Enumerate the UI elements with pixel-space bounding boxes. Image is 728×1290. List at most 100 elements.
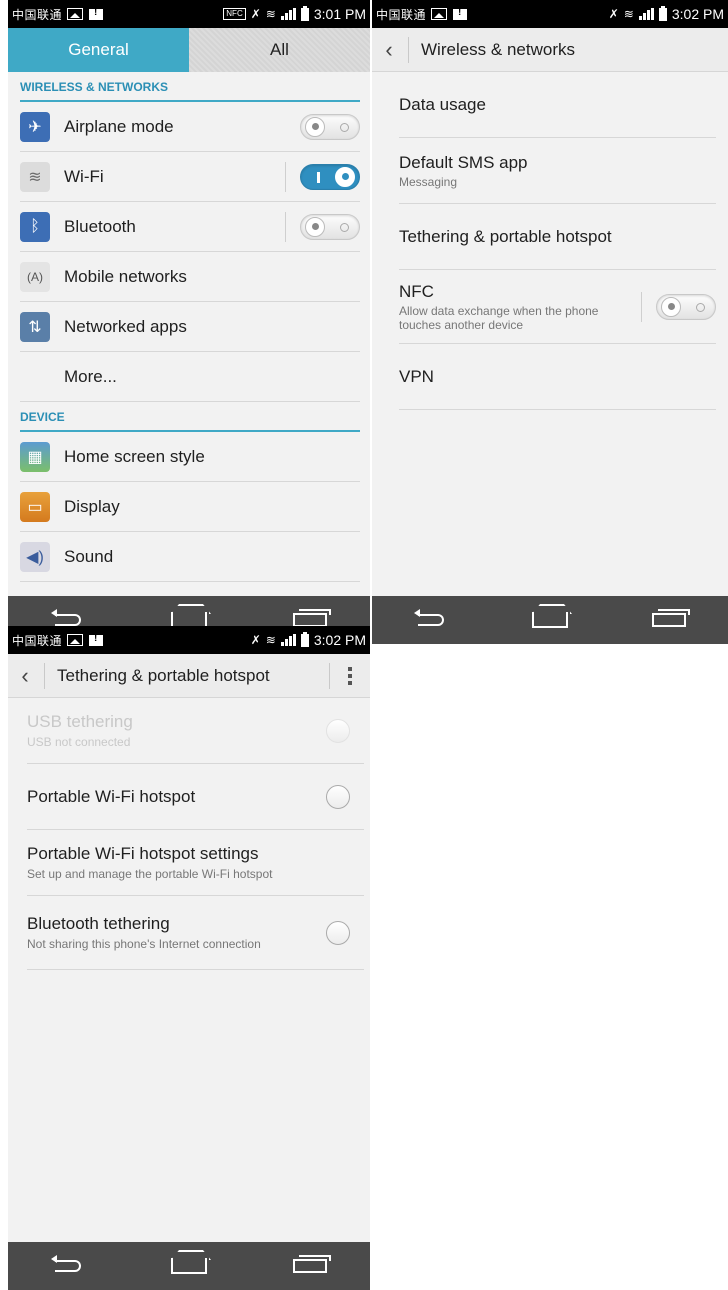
settings-item-home-screen-style[interactable]: ▦ Home screen style <box>20 432 360 482</box>
settings-item-wifi[interactable]: ≋ Wi-Fi <box>20 152 360 202</box>
settings-item-networked-apps[interactable]: ⇅ Networked apps <box>20 302 360 352</box>
portable-hotspot-radio[interactable] <box>326 784 350 809</box>
list-item-portable-hotspot[interactable]: Portable Wi-Fi hotspot <box>27 764 364 830</box>
item-subtitle: Set up and manage the portable Wi-Fi hot… <box>27 867 273 881</box>
home-icon <box>531 612 568 628</box>
back-chevron-icon[interactable]: ‹ <box>12 663 38 689</box>
settings-item-label: Wi-Fi <box>64 166 104 186</box>
item-title: Default SMS app <box>399 152 528 172</box>
message-notification-icon <box>89 7 104 20</box>
image-notification-icon <box>67 8 84 20</box>
list-item-hotspot-settings[interactable]: Portable Wi-Fi hotspot settings Set up a… <box>27 830 364 896</box>
bluetooth-tethering-radio[interactable] <box>326 920 350 945</box>
recents-icon <box>292 1255 331 1273</box>
list-item-bluetooth-tethering[interactable]: Bluetooth tethering Not sharing this pho… <box>27 896 364 970</box>
tethering-screen: 中国联通 ✗ ≋ 3:02 PM ‹ Tethering & portable … <box>8 626 370 1290</box>
list-item-data-usage[interactable]: Data usage <box>399 72 716 138</box>
wifi-status-icon: ≋ <box>265 7 276 21</box>
settings-item-bluetooth[interactable]: ᛒ Bluetooth <box>20 202 360 252</box>
item-title: VPN <box>399 366 434 386</box>
back-icon <box>51 609 82 626</box>
item-title: Bluetooth tethering <box>27 914 170 933</box>
home-icon <box>170 1258 207 1274</box>
nfc-icon: NFC <box>223 8 246 20</box>
status-time: 3:02 PM <box>671 6 724 22</box>
battery-icon <box>658 5 667 21</box>
page-title: Wireless & networks <box>421 39 575 59</box>
divider <box>641 291 642 322</box>
wireless-networks-screen: 中国联通 ✗ ≋ 3:02 PM ‹ Wireless & networks D… <box>372 0 728 644</box>
recents-icon <box>292 609 331 627</box>
action-bar: ‹ Wireless & networks <box>372 28 728 72</box>
page-title: Tethering & portable hotspot <box>57 665 270 685</box>
settings-item-label: Home screen style <box>64 446 205 466</box>
back-icon <box>51 1255 82 1272</box>
divider <box>285 161 286 192</box>
item-title: Data usage <box>399 94 486 114</box>
settings-item-more[interactable]: More... <box>20 352 360 402</box>
item-subtitle: Not sharing this phone's Internet connec… <box>27 937 261 951</box>
tab-all[interactable]: All <box>189 28 370 72</box>
item-title: Tethering & portable hotspot <box>399 226 612 246</box>
item-subtitle: Allow data exchange when the phone touch… <box>399 303 599 332</box>
item-title: Portable Wi-Fi hotspot <box>27 786 196 806</box>
settings-item-label: Airplane mode <box>64 116 174 136</box>
message-notification-icon <box>89 633 104 646</box>
display-icon: ▭ <box>20 491 50 522</box>
recents-icon <box>651 609 690 627</box>
settings-item-mobile-networks[interactable]: (A) Mobile networks <box>20 252 360 302</box>
settings-item-label: Display <box>64 496 120 516</box>
tab-general[interactable]: General <box>8 28 189 72</box>
navigation-bar <box>372 596 728 644</box>
image-notification-icon <box>67 634 84 646</box>
item-title: Portable Wi-Fi hotspot settings <box>27 844 259 863</box>
bluetooth-toggle[interactable] <box>300 213 360 240</box>
item-title: NFC <box>399 281 434 301</box>
spacer-icon <box>20 362 50 392</box>
divider <box>408 36 409 63</box>
divider <box>285 211 286 242</box>
airplane-icon: ✈ <box>20 111 50 142</box>
usb-tethering-radio <box>326 718 350 743</box>
list-item-nfc[interactable]: NFC Allow data exchange when the phone t… <box>399 270 716 344</box>
message-notification-icon <box>453 7 468 20</box>
status-time: 3:01 PM <box>313 6 366 22</box>
carrier-label: 中国联通 <box>12 633 63 648</box>
recents-button[interactable] <box>280 1246 340 1286</box>
settings-item-label: Networked apps <box>64 316 187 336</box>
item-title: USB tethering <box>27 712 133 731</box>
settings-item-airplane-mode[interactable]: ✈ Airplane mode <box>20 102 360 152</box>
image-notification-icon <box>431 8 448 20</box>
list-item-vpn[interactable]: VPN <box>399 344 716 410</box>
overflow-menu-icon[interactable] <box>330 666 370 685</box>
networked-apps-icon: ⇅ <box>20 311 50 342</box>
navigation-bar <box>8 1242 370 1290</box>
battery-icon <box>300 5 309 21</box>
list-item-default-sms[interactable]: Default SMS app Messaging <box>399 138 716 204</box>
recents-button[interactable] <box>639 600 699 640</box>
settings-item-display[interactable]: ▭ Display <box>20 482 360 532</box>
antenna-icon: (A) <box>20 261 50 292</box>
section-header-wireless: WIRELESS & NETWORKS <box>20 72 360 102</box>
nfc-toggle[interactable] <box>656 293 716 320</box>
back-button[interactable] <box>401 600 461 640</box>
wifi-icon: ≋ <box>20 161 50 192</box>
list-item-usb-tethering: USB tethering USB not connected <box>27 698 364 764</box>
home-button[interactable] <box>159 1246 219 1286</box>
home-button[interactable] <box>520 600 580 640</box>
status-bar: 中国联通 NFC ✗ ≋ 3:01 PM <box>8 0 370 28</box>
settings-tabs: General All <box>8 28 370 72</box>
airplane-mode-toggle[interactable] <box>300 113 360 140</box>
item-subtitle: USB not connected <box>27 735 131 749</box>
list-item-tethering[interactable]: Tethering & portable hotspot <box>399 204 716 270</box>
back-button[interactable] <box>38 1246 98 1286</box>
back-chevron-icon[interactable]: ‹ <box>376 37 402 63</box>
item-subtitle: Messaging <box>399 174 458 189</box>
signal-icon <box>280 634 296 646</box>
settings-screen: 中国联通 NFC ✗ ≋ 3:01 PM General All WIRELES… <box>8 0 370 644</box>
wifi-toggle[interactable] <box>300 163 360 190</box>
carrier-label: 中国联通 <box>376 7 427 22</box>
wifi-status-icon: ≋ <box>623 7 634 21</box>
settings-item-sound[interactable]: ◀) Sound <box>20 532 360 582</box>
divider <box>44 662 45 689</box>
